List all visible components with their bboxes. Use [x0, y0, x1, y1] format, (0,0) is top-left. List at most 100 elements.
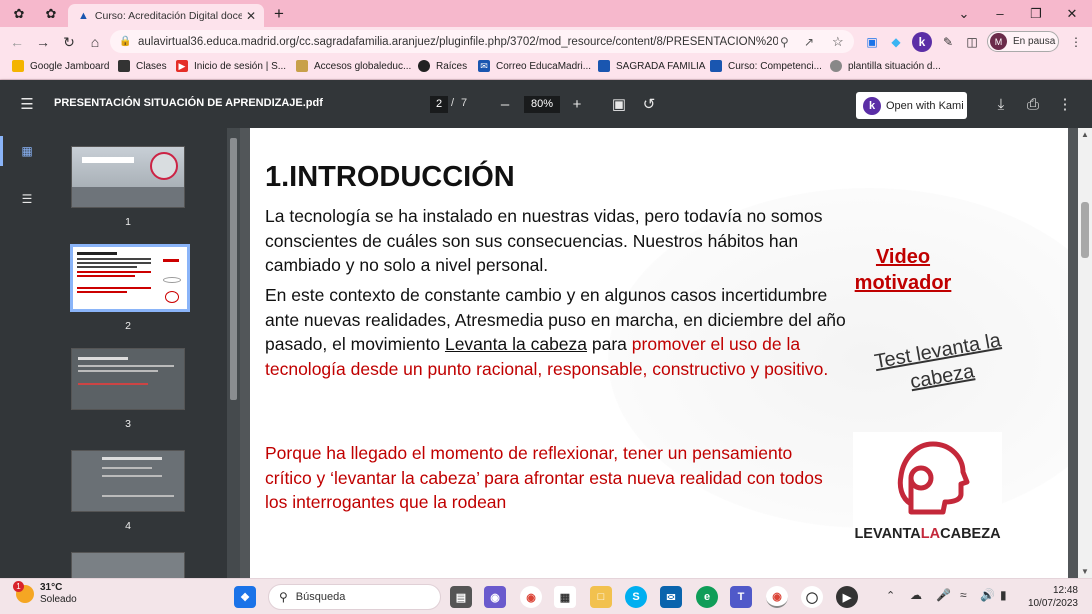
forward-button[interactable]: →: [32, 31, 54, 53]
temperature: 31°C: [40, 582, 63, 593]
mail-icon: ✉: [478, 60, 490, 72]
zoom-out-button[interactable]: –: [494, 93, 516, 115]
close-window-button[interactable]: ✕: [1054, 0, 1090, 27]
levanta-la-cabeza-link[interactable]: Levanta la cabeza: [445, 334, 587, 354]
page-thumbnail[interactable]: 4: [70, 450, 186, 532]
home-button[interactable]: ⌂: [84, 31, 106, 53]
thumbnails-view-icon[interactable]: ▦: [16, 140, 38, 162]
bookmark-item[interactable]: Accesos globaleduc...: [296, 60, 411, 72]
zoom-input[interactable]: 80%: [524, 96, 560, 113]
bookmark-item[interactable]: Google Jamboard: [12, 60, 110, 72]
print-icon[interactable]: ⎙: [1022, 93, 1044, 115]
notification-badge: 1: [13, 581, 24, 592]
bookmark-item[interactable]: Clases: [118, 60, 167, 72]
skype-icon[interactable]: S: [625, 586, 647, 608]
edge-icon[interactable]: e: [696, 586, 718, 608]
download-icon[interactable]: ⤓: [990, 93, 1012, 115]
total-pages: 7: [461, 97, 468, 109]
system-clock[interactable]: 12:48 10/07/2023: [1028, 584, 1078, 610]
new-tab-button[interactable]: +: [266, 0, 292, 27]
thumbnail-image: [71, 146, 185, 208]
extension-icon[interactable]: ◆: [886, 32, 906, 52]
minimize-button[interactable]: –: [982, 0, 1018, 27]
scroll-up-icon[interactable]: ▲: [1081, 130, 1089, 139]
scroll-down-icon[interactable]: ▼: [1081, 567, 1089, 576]
bookmark-item[interactable]: ✉ Correo EducaMadri...: [478, 60, 591, 72]
side-panel-icon[interactable]: ◫: [962, 32, 982, 52]
outline-view-icon[interactable]: ☰: [16, 188, 38, 210]
reload-button[interactable]: ↻: [58, 31, 80, 53]
globe-icon: [418, 60, 430, 72]
tab-favicon-icon[interactable]: ✿: [4, 0, 34, 27]
bookmark-item[interactable]: SAGRADA FAMILIA: [598, 60, 705, 72]
recorder-icon[interactable]: ◯: [801, 586, 823, 608]
chrome-icon[interactable]: ◉: [520, 586, 542, 608]
browser-toolbar: ← → ↻ ⌂ 🔒 aulavirtual36.educa.madrid.org…: [0, 27, 1092, 56]
thumbnail-sidebar: ▦ ☰ 1 2 3 4: [0, 128, 240, 578]
weather-text: Soleado: [40, 594, 77, 605]
page-scroll-thumb[interactable]: [1081, 202, 1089, 258]
extensions-puzzle-icon[interactable]: ✎: [938, 32, 958, 52]
profile-button[interactable]: M En pausa: [987, 31, 1059, 52]
store-icon[interactable]: ▦: [554, 586, 576, 608]
meet-icon[interactable]: ◉: [484, 586, 506, 608]
bookmark-item[interactable]: plantilla situación d...: [830, 60, 941, 72]
fit-page-icon[interactable]: ▣: [608, 93, 630, 115]
weather-widget[interactable]: 1 31°C Soleado: [13, 581, 77, 606]
page-thumbnail[interactable]: 3: [70, 348, 186, 430]
slide-heading: 1.INTRODUCCIÓN: [265, 161, 515, 193]
bookmark-item[interactable]: Raíces: [418, 60, 467, 72]
zoom-icon[interactable]: ⚲: [780, 35, 789, 49]
template-icon: [830, 60, 842, 72]
chrome-profile-icon[interactable]: ◉: [766, 586, 788, 608]
video-motivador-link[interactable]: Video motivador: [848, 244, 958, 296]
microphone-icon[interactable]: 🎤: [936, 588, 951, 602]
bookmark-item[interactable]: Curso: Competenci...: [710, 60, 822, 72]
volume-icon[interactable]: 🔊: [980, 588, 995, 602]
mail-icon[interactable]: ✉: [660, 586, 682, 608]
youtube-icon: ▶: [176, 60, 188, 72]
tab-active[interactable]: ▲ Curso: Acreditación Digital docen ✕: [68, 4, 264, 27]
kami-icon: k: [863, 96, 881, 115]
restore-button[interactable]: ❐: [1018, 0, 1054, 27]
teams-icon[interactable]: T: [730, 586, 752, 608]
sidebar-scrollbar[interactable]: [227, 128, 240, 578]
wifi-icon[interactable]: ≈: [960, 588, 967, 602]
media-player-icon[interactable]: ▶: [836, 586, 858, 608]
page-thumbnail[interactable]: [70, 552, 186, 578]
address-bar[interactable]: 🔒 aulavirtual36.educa.madrid.org/cc.sagr…: [110, 30, 854, 53]
search-icon: ⚲: [279, 590, 288, 604]
head-profile-icon: [897, 441, 970, 515]
page-thumbnail[interactable]: 1: [70, 146, 186, 228]
sidebar-scroll-thumb[interactable]: [230, 138, 237, 400]
rotate-icon[interactable]: ↺: [638, 93, 660, 115]
pdf-file-title: PRESENTACIÓN SITUACIÓN DE APRENDIZAJE.pd…: [54, 97, 323, 109]
bookmark-item[interactable]: ▶ Inicio de sesión | S...: [176, 60, 286, 72]
page-scrollbar[interactable]: ▲ ▼: [1078, 128, 1092, 578]
more-options-icon[interactable]: ⋮: [1054, 93, 1076, 115]
open-with-kami-button[interactable]: k Open with Kami: [856, 92, 967, 119]
task-view-icon[interactable]: ▤: [450, 586, 472, 608]
tab-search-icon[interactable]: ⌄: [946, 0, 982, 27]
back-button[interactable]: ←: [6, 31, 28, 53]
extension-icon[interactable]: ▣: [862, 32, 882, 52]
cloud-icon[interactable]: ☁: [910, 588, 922, 602]
zoom-in-button[interactable]: +: [566, 93, 588, 115]
battery-icon[interactable]: ▮: [1000, 588, 1007, 602]
time: 12:48: [1052, 585, 1078, 596]
share-icon[interactable]: ↗: [804, 35, 814, 49]
file-explorer-icon[interactable]: □: [590, 586, 612, 608]
hamburger-menu-icon[interactable]: ☰: [16, 93, 38, 115]
page-number-input[interactable]: 2: [430, 96, 448, 113]
logo-wordmark: LEVANTALACABEZA: [854, 526, 1001, 542]
bookmark-star-icon[interactable]: ☆: [832, 34, 844, 50]
tab-favicon-icon[interactable]: ✿: [36, 0, 66, 27]
taskbar-search[interactable]: ⚲ Búsqueda: [268, 584, 441, 610]
page-thumbnail-selected[interactable]: 2: [70, 244, 190, 332]
tray-chevron-icon[interactable]: ⌃: [886, 589, 895, 602]
tab-strip: ✿ ✿ ▲ Curso: Acreditación Digital docen …: [0, 0, 1092, 27]
menu-kebab-icon[interactable]: ⋮: [1066, 32, 1086, 52]
start-windows-icon[interactable]: ❖: [234, 586, 256, 608]
kami-extension-icon[interactable]: k: [912, 32, 932, 52]
close-tab-icon[interactable]: ✕: [246, 9, 256, 23]
